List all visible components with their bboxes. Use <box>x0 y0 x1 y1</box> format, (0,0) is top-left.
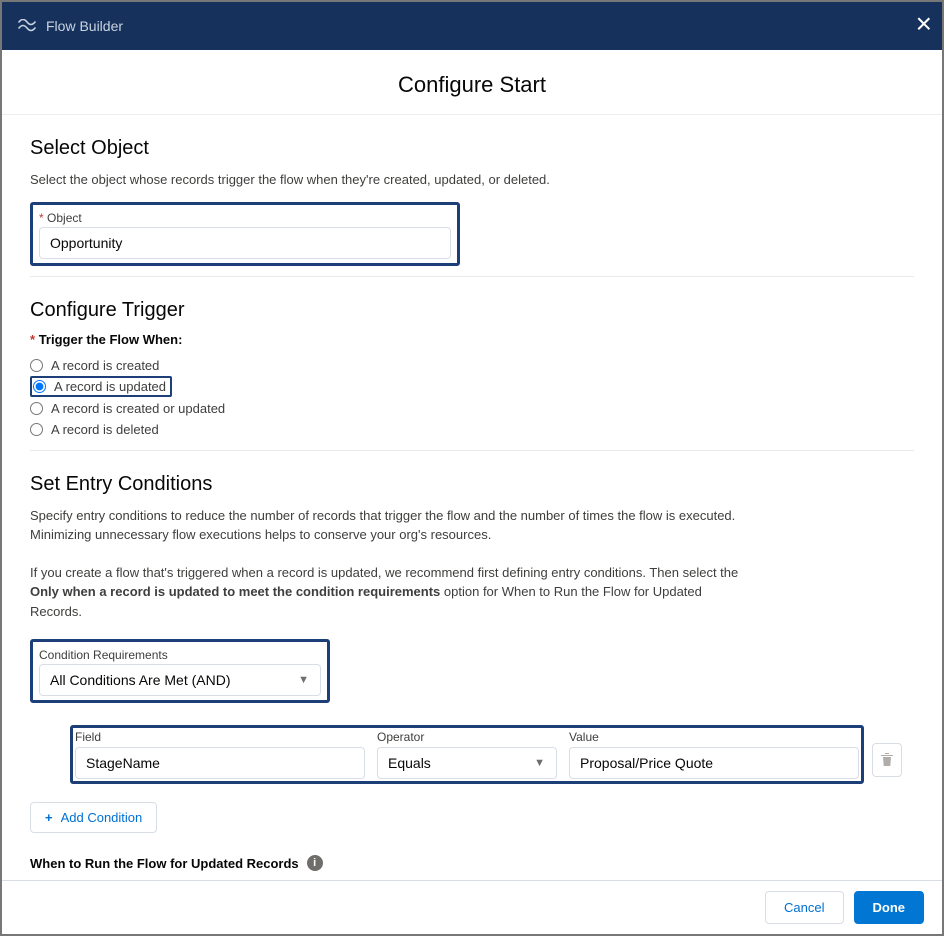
add-condition-button[interactable]: + Add Condition <box>30 802 157 833</box>
radio-record-created-updated[interactable]: A record is created or updated <box>30 398 914 419</box>
condition-field-input[interactable] <box>75 747 365 779</box>
object-label: * Object <box>39 211 82 225</box>
trigger-radio-list: A record is created A record is updated … <box>30 355 914 440</box>
scroll-area[interactable]: Select Object Select the object whose re… <box>2 114 942 934</box>
close-icon[interactable]: × <box>916 10 932 38</box>
radio-record-updated-highlight: A record is updated <box>30 376 172 397</box>
entry-conditions-desc1: Specify entry conditions to reduce the n… <box>30 506 750 545</box>
object-highlight-box: * Object <box>30 202 460 266</box>
entry-conditions-heading: Set Entry Conditions <box>30 473 914 496</box>
trigger-label: * Trigger the Flow When: <box>30 332 914 347</box>
top-bar: Flow Builder × <box>2 2 942 50</box>
col-field-label: Field <box>75 730 365 744</box>
delete-condition-button[interactable] <box>872 743 902 777</box>
footer: Cancel Done <box>2 880 942 934</box>
object-input[interactable] <box>39 227 451 259</box>
condition-value-input[interactable] <box>569 747 859 779</box>
entry-conditions-desc2: If you create a flow that's triggered wh… <box>30 563 750 622</box>
col-value-label: Value <box>569 730 859 744</box>
condition-requirements-highlight: Condition Requirements ▼ <box>30 639 330 703</box>
info-icon[interactable]: i <box>307 855 323 871</box>
section-entry-conditions: Set Entry Conditions Specify entry condi… <box>30 451 914 933</box>
cancel-button[interactable]: Cancel <box>765 891 843 924</box>
trash-icon <box>880 752 894 768</box>
condition-requirements-select[interactable]: ▼ <box>39 664 321 696</box>
when-run-heading: When to Run the Flow for Updated Records… <box>30 855 914 871</box>
configure-trigger-heading: Configure Trigger <box>30 299 914 322</box>
section-configure-trigger: Configure Trigger * Trigger the Flow Whe… <box>30 277 914 451</box>
condition-operator-select[interactable]: ▼ <box>377 747 557 779</box>
col-operator-label: Operator <box>377 730 557 744</box>
section-select-object: Select Object Select the object whose re… <box>30 115 914 277</box>
modal-title: Configure Start <box>2 50 942 114</box>
select-object-heading: Select Object <box>30 137 914 160</box>
radio-record-updated[interactable]: A record is updated <box>33 379 166 394</box>
condition-row-highlight: Field Operator ▼ Value <box>70 725 864 784</box>
done-button[interactable]: Done <box>854 891 925 924</box>
app-title: Flow Builder <box>46 18 123 34</box>
radio-record-deleted[interactable]: A record is deleted <box>30 419 914 440</box>
plus-icon: + <box>45 810 53 825</box>
condition-requirements-label: Condition Requirements <box>39 648 168 662</box>
flow-builder-icon <box>18 19 36 33</box>
select-object-desc: Select the object whose records trigger … <box>30 170 550 190</box>
radio-record-created[interactable]: A record is created <box>30 355 914 376</box>
